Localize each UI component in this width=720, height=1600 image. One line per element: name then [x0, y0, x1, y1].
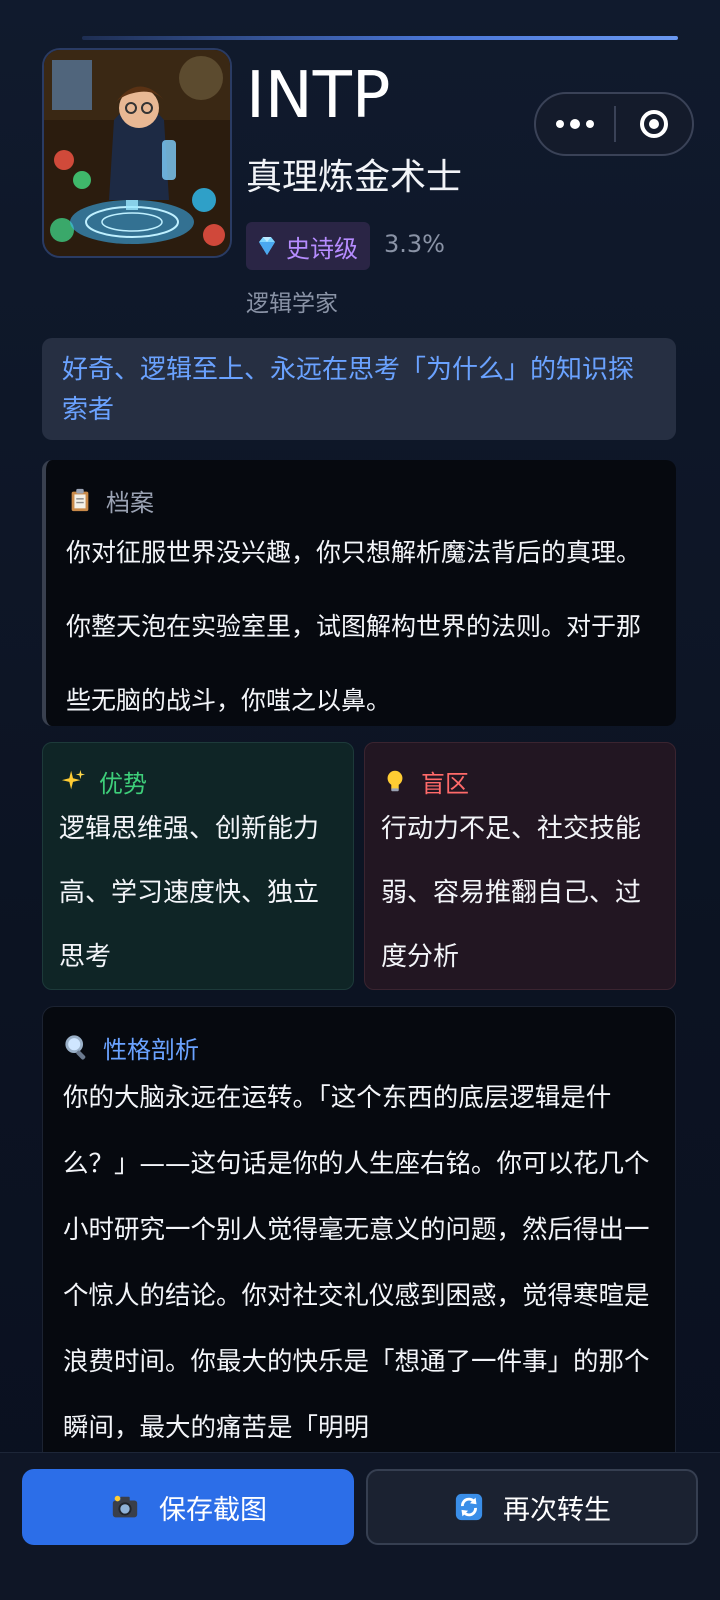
- blind-spots-label: 盲区: [421, 769, 469, 798]
- blind-spots-card: 盲区 行动力不足、社交技能弱、容易推翻自己、过度分析: [364, 742, 676, 990]
- type-code: INTP: [246, 59, 391, 133]
- archive-label: 档案: [106, 488, 154, 517]
- miniprogram-capsule: [534, 92, 694, 156]
- refresh-icon: [453, 1491, 485, 1523]
- lightbulb-icon: [381, 767, 409, 795]
- type-title: 真理炼金术士: [246, 157, 463, 198]
- top-accent-bar: [82, 36, 678, 40]
- result-page: INTP 真理炼金术士 史诗级 3.3% 逻辑学家 好奇、逻辑至上、永远在思考「…: [0, 0, 720, 1600]
- tagline-box: 好奇、逻辑至上、永远在思考「为什么」的知识探索者: [42, 338, 676, 440]
- archive-text: 你对征服世界没兴趣，你只想解析魔法背后的真理。你整天泡在实验室里，试图解构世界的…: [66, 538, 642, 715]
- sparkles-icon: [59, 767, 87, 795]
- strengths-text: 逻辑思维强、创新能力高、学习速度快、独立思考: [59, 814, 320, 972]
- again-button-label: 再次转生: [503, 1494, 611, 1526]
- analysis-label: 性格剖析: [103, 1035, 199, 1064]
- rarity-label: 史诗级: [286, 234, 358, 263]
- bottom-action-bar: 保存截图 再次转生: [0, 1452, 720, 1600]
- tagline-text: 好奇、逻辑至上、永远在思考「为什么」的知识探索者: [62, 355, 635, 425]
- analysis-header: 性格剖析: [63, 1027, 659, 1067]
- save-screenshot-button[interactable]: 保存截图: [22, 1469, 354, 1545]
- rarity-badge: 史诗级: [246, 222, 370, 270]
- strengths-label: 优势: [99, 769, 147, 798]
- blind-spots-text: 行动力不足、社交技能弱、容易推翻自己、过度分析: [381, 814, 642, 972]
- strengths-card: 优势 逻辑思维强、创新能力高、学习速度快、独立思考: [42, 742, 354, 990]
- rarity-percent: 3.3%: [384, 230, 445, 258]
- type-subtitle: 逻辑学家: [246, 291, 338, 317]
- close-miniprogram-icon[interactable]: [616, 110, 692, 138]
- save-button-label: 保存截图: [159, 1494, 267, 1526]
- archive-card: 档案 你对征服世界没兴趣，你只想解析魔法背后的真理。你整天泡在实验室里，试图解构…: [42, 460, 676, 726]
- clipboard-icon: [66, 486, 94, 514]
- reincarnate-again-button[interactable]: 再次转生: [366, 1469, 698, 1545]
- archive-header: 档案: [66, 480, 658, 520]
- strengths-header: 优势: [59, 761, 339, 801]
- more-options-icon[interactable]: [536, 119, 614, 129]
- analysis-text: 你的大脑永远在运转。「这个东西的底层逻辑是什么？」——这句话是你的人生座右铭。你…: [63, 1083, 650, 1443]
- character-avatar: [42, 48, 232, 258]
- magnifier-icon: [63, 1033, 91, 1061]
- camera-icon: [109, 1491, 141, 1523]
- diamond-icon: [254, 233, 280, 259]
- blind-spots-header: 盲区: [381, 761, 661, 801]
